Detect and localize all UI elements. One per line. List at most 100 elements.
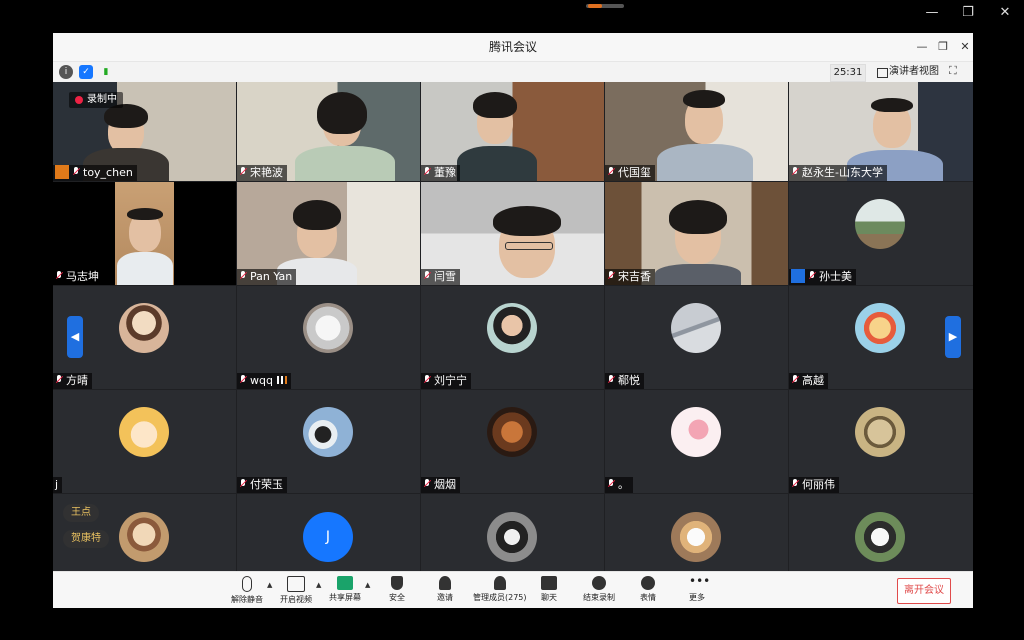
- signal-icon[interactable]: ▮: [99, 65, 113, 79]
- participant-tile[interactable]: 录制中 toy_chen: [53, 82, 236, 181]
- meeting-info-bar: i ✓ ▮ 25:31 演讲者视图 ⛶: [53, 62, 973, 82]
- participant-tile[interactable]: 烟烟: [421, 390, 604, 493]
- fullscreen-icon[interactable]: ⛶: [949, 65, 961, 77]
- restore-icon[interactable]: ❐: [956, 4, 980, 22]
- participant-name: 董豫: [421, 165, 460, 181]
- reactions-button[interactable]: 表情: [640, 574, 656, 603]
- mic-muted-icon: [242, 576, 252, 592]
- add-user-icon: [439, 576, 451, 590]
- minimize-icon[interactable]: —: [920, 4, 944, 22]
- mic-muted-icon: [423, 167, 431, 177]
- mic-muted-icon: [239, 167, 247, 177]
- video-options-caret[interactable]: ▲: [316, 581, 321, 589]
- unmute-button[interactable]: 解除静音: [231, 574, 263, 605]
- view-mode-button[interactable]: 演讲者视图: [875, 64, 939, 80]
- participant-tile[interactable]: 孙士美: [789, 182, 973, 285]
- letter-avatar: J: [303, 512, 353, 562]
- participant-tile[interactable]: Pan Yan: [237, 182, 420, 285]
- cohost-icon: [791, 269, 805, 283]
- share-screen-button[interactable]: 共享屏幕: [329, 574, 361, 603]
- participant-tile[interactable]: 马志坤: [53, 182, 236, 285]
- more-button[interactable]: ••• 更多: [689, 574, 711, 603]
- mic-muted-icon: [55, 271, 63, 281]
- participant-tile[interactable]: 董豫: [421, 82, 604, 181]
- participant-tile[interactable]: 。: [605, 390, 788, 493]
- reaction-pill: 贺康特: [63, 530, 109, 548]
- participant-tile[interactable]: [789, 494, 973, 571]
- participant-tile[interactable]: [605, 494, 788, 571]
- recording-badge: 录制中: [69, 92, 123, 108]
- mic-muted-icon: [239, 271, 247, 281]
- participant-name: 郗悦: [605, 373, 644, 389]
- participant-tile[interactable]: 郗悦: [605, 286, 788, 389]
- participant-tile[interactable]: 赵永生-山东大学: [789, 82, 973, 181]
- participant-name: 何丽伟: [789, 477, 839, 493]
- participant-tile[interactable]: wqq: [237, 286, 420, 389]
- invite-button[interactable]: 邀请: [437, 574, 453, 603]
- network-signal-icon: [276, 376, 287, 384]
- meeting-timer: 25:31: [830, 64, 866, 82]
- avatar: [303, 407, 353, 457]
- app-minimize-icon[interactable]: —: [913, 39, 931, 55]
- avatar: [119, 303, 169, 353]
- avatar: [671, 303, 721, 353]
- app-close-icon[interactable]: ✕: [956, 39, 974, 55]
- mic-muted-icon: [423, 271, 431, 281]
- avatar: [855, 303, 905, 353]
- window-drag-handle[interactable]: [586, 4, 624, 8]
- leave-meeting-button[interactable]: 离开会议: [897, 578, 951, 604]
- mic-muted-icon: [607, 479, 615, 489]
- participant-name: 宋艳波: [237, 165, 287, 181]
- mic-muted-icon: [423, 375, 431, 385]
- info-icon[interactable]: i: [59, 65, 73, 79]
- participant-name: Pan Yan: [237, 269, 297, 285]
- participant-tile[interactable]: [421, 494, 604, 571]
- mic-muted-icon: [791, 167, 799, 177]
- participant-tile[interactable]: 王点 贺康特: [53, 494, 236, 571]
- participant-name: 高越: [789, 373, 828, 389]
- avatar: [855, 199, 905, 249]
- start-video-button[interactable]: 开启视频: [280, 574, 312, 605]
- avatar: [855, 512, 905, 562]
- participant-name: 马志坤: [53, 269, 103, 285]
- participant-name: 宋吉香: [605, 269, 655, 285]
- participant-tile[interactable]: 宋吉香: [605, 182, 788, 285]
- participant-name: j: [53, 477, 63, 493]
- participant-name: 代国玺: [605, 165, 655, 181]
- reaction-pill: 王点: [63, 504, 99, 522]
- window-title: 腾讯会议: [53, 33, 973, 62]
- stop-record-icon: [592, 576, 606, 590]
- manage-members-button[interactable]: 管理成员(275): [473, 574, 527, 603]
- host-icon: [55, 165, 69, 179]
- participant-tile[interactable]: 闫雪: [421, 182, 604, 285]
- close-icon[interactable]: ✕: [993, 4, 1017, 22]
- security-button[interactable]: 安全: [389, 574, 405, 603]
- participant-tile[interactable]: 代国玺: [605, 82, 788, 181]
- avatar: [487, 303, 537, 353]
- participant-tile[interactable]: 刘宁宁: [421, 286, 604, 389]
- page-next-button[interactable]: ▶: [945, 316, 961, 358]
- participant-grid: 录制中 toy_chen 宋艳波 董豫 代国玺 赵永生-山东大学 马志坤 Pan…: [53, 82, 973, 571]
- chat-button[interactable]: 聊天: [541, 574, 557, 603]
- mic-muted-icon: [423, 479, 431, 489]
- more-icon: •••: [689, 574, 711, 588]
- participant-tile[interactable]: 宋艳波: [237, 82, 420, 181]
- participant-tile[interactable]: j: [53, 390, 236, 493]
- mic-muted-icon: [239, 479, 247, 489]
- participant-tile[interactable]: J: [237, 494, 420, 571]
- meeting-window: 腾讯会议 — ❐ ✕ i ✓ ▮ 25:31 演讲者视图 ⛶ 录制中 toy_c…: [53, 33, 974, 608]
- participant-tile[interactable]: 付荣玉: [237, 390, 420, 493]
- page-prev-button[interactable]: ◀: [67, 316, 83, 358]
- share-options-caret[interactable]: ▲: [365, 581, 370, 589]
- participant-name: 赵永生-山东大学: [789, 165, 887, 181]
- app-maximize-icon[interactable]: ❐: [934, 39, 952, 55]
- participant-name: 刘宁宁: [421, 373, 471, 389]
- shield-icon[interactable]: ✓: [79, 65, 93, 79]
- stop-recording-button[interactable]: 结束录制: [583, 574, 615, 603]
- avatar: [671, 407, 721, 457]
- participant-tile[interactable]: 何丽伟: [789, 390, 973, 493]
- avatar: [487, 512, 537, 562]
- audio-options-caret[interactable]: ▲: [267, 581, 272, 589]
- avatar: [119, 407, 169, 457]
- meeting-toolbar: 解除静音 ▲ 开启视频 ▲ 共享屏幕 ▲ 安全 邀请 管理成员(275) 聊天: [53, 571, 973, 608]
